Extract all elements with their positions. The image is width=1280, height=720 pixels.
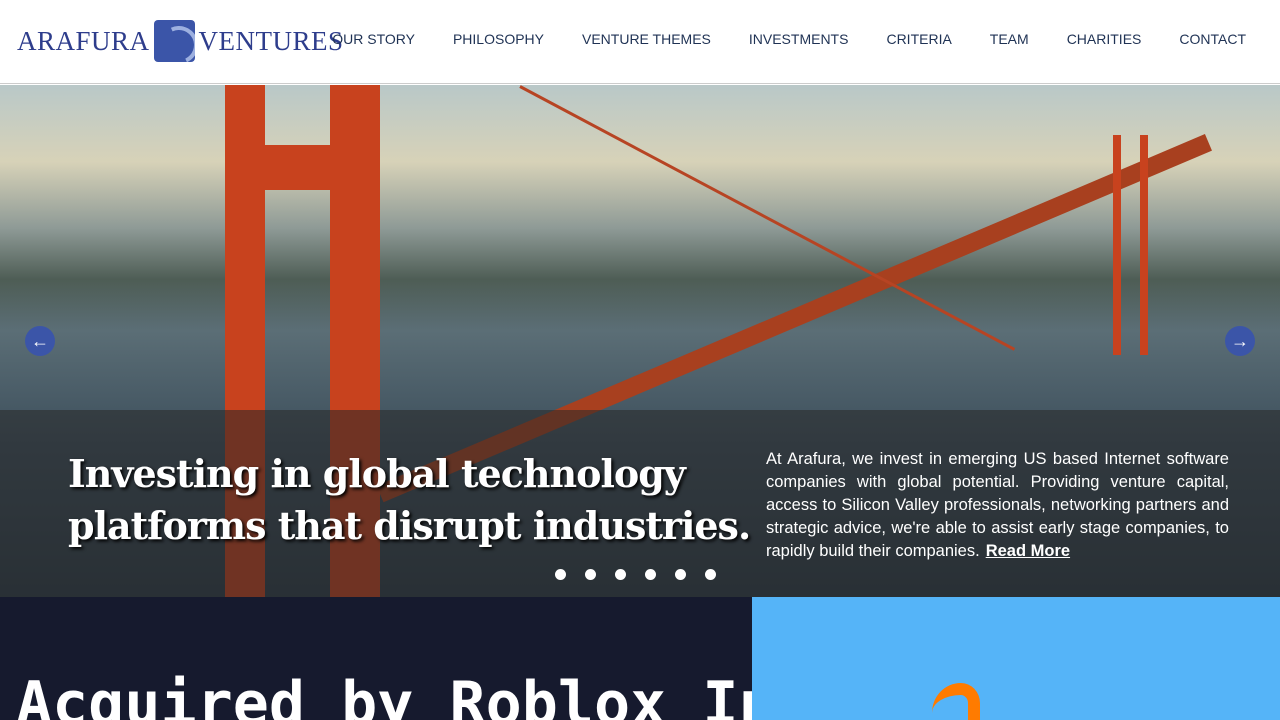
investment-panel-logo[interactable] xyxy=(752,597,1280,720)
bridge-cable xyxy=(519,85,1016,351)
slide-dot-5[interactable] xyxy=(675,569,686,580)
headline-line: Investing in global technology xyxy=(68,451,686,496)
nav-our-story[interactable]: OUR STORY xyxy=(332,31,415,47)
nav-team[interactable]: TEAM xyxy=(990,31,1029,47)
logo-mark-icon xyxy=(153,20,195,62)
nav-contact[interactable]: CONTACT xyxy=(1179,31,1246,47)
hero-slider: Investing in global technology platforms… xyxy=(0,85,1280,597)
prev-slide-button[interactable]: ← xyxy=(25,326,55,356)
slide-dots xyxy=(555,569,716,580)
investment-panel-roblox[interactable]: Acquired by Roblox Inc. xyxy=(0,597,752,720)
logo-text-left: ARAFURA xyxy=(17,25,150,56)
company-logo-icon xyxy=(932,683,980,720)
hero-headline: Investing in global technology platforms… xyxy=(68,448,751,552)
panel-title: Acquired by Roblox Inc. xyxy=(16,669,752,720)
slide-dot-1[interactable] xyxy=(555,569,566,580)
nav-investments[interactable]: INVESTMENTS xyxy=(749,31,849,47)
nav-criteria[interactable]: CRITERIA xyxy=(886,31,951,47)
slide-dot-6[interactable] xyxy=(705,569,716,580)
slide-dot-3[interactable] xyxy=(615,569,626,580)
main-nav: OUR STORY PHILOSOPHY VENTURE THEMES INVE… xyxy=(332,31,1246,47)
nav-charities[interactable]: CHARITIES xyxy=(1067,31,1142,47)
hero-description: At Arafura, we invest in emerging US bas… xyxy=(766,448,1229,563)
read-more-link[interactable]: Read More xyxy=(986,542,1070,560)
site-header: ARAFURA VENTURES OUR STORY PHILOSOPHY VE… xyxy=(0,0,1280,84)
bridge-tower-beam xyxy=(225,145,375,190)
bridge-tower-far xyxy=(1113,135,1121,355)
nav-philosophy[interactable]: PHILOSOPHY xyxy=(453,31,544,47)
slide-dot-4[interactable] xyxy=(645,569,656,580)
next-slide-button[interactable]: → xyxy=(1225,326,1255,356)
bridge-tower-far xyxy=(1140,135,1148,355)
headline-line: platforms that disrupt industries. xyxy=(68,503,751,548)
logo[interactable]: ARAFURA VENTURES xyxy=(17,20,344,62)
slide-dot-2[interactable] xyxy=(585,569,596,580)
nav-venture-themes[interactable]: VENTURE THEMES xyxy=(582,31,711,47)
logo-text-right: VENTURES xyxy=(198,25,344,56)
